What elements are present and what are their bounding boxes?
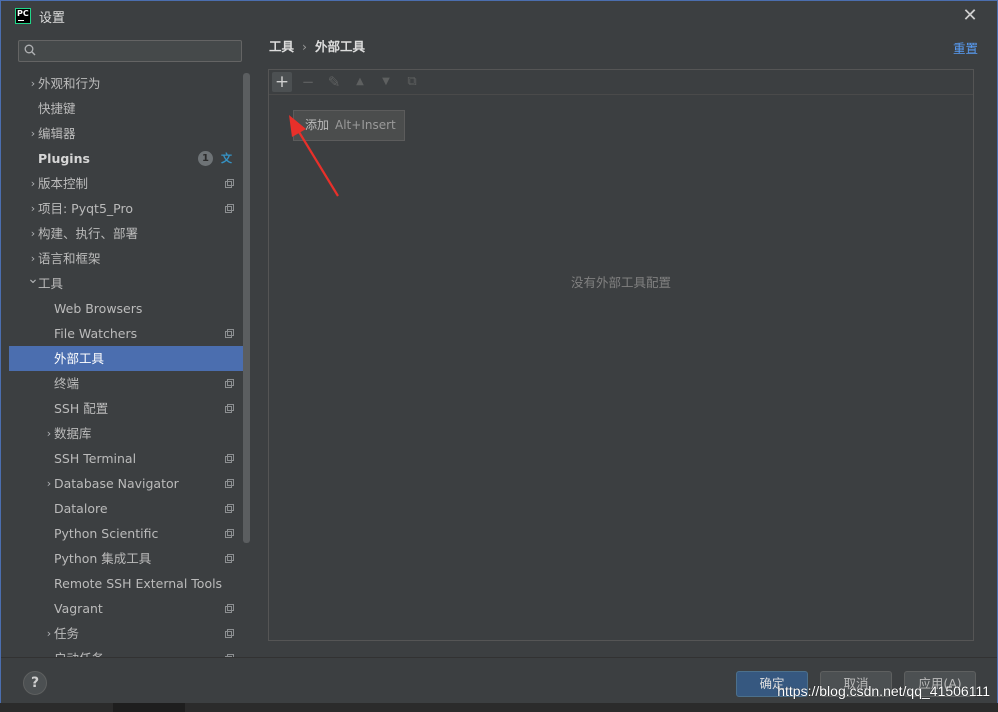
sidebar-item[interactable]: Plugins 1 文 — [9, 146, 251, 171]
breadcrumb-current: 外部工具 — [315, 39, 366, 54]
sidebar-item[interactable]: › 语言和框架 — [9, 246, 251, 271]
project-scope-icon — [225, 454, 234, 463]
move-up-button[interactable]: ▲ — [350, 72, 370, 92]
sidebar-item-label: 构建、执行、部署 — [38, 226, 139, 241]
settings-dialog: PC 设置 ✕ › 外观和行为 快捷键 › 编辑器 Plugins 1 文 › 版本控制 › 项目: … — [0, 0, 998, 712]
sidebar-item-label: Plugins — [38, 151, 90, 166]
sidebar-item[interactable]: 快捷键 — [9, 96, 251, 121]
sidebar-item-label: 外部工具 — [54, 351, 105, 366]
project-scope-icon — [225, 204, 234, 213]
sidebar-item-label: 终端 — [54, 376, 80, 391]
help-button[interactable]: ? — [23, 671, 47, 695]
sidebar-item-label: Python Scientific — [54, 526, 159, 541]
project-scope-icon — [225, 329, 234, 338]
sidebar-item[interactable]: › Database Navigator — [9, 471, 251, 496]
pycharm-logo-icon: PC — [15, 8, 31, 24]
sidebar-item[interactable]: File Watchers — [9, 321, 251, 346]
sidebar-item[interactable]: ⌄ 工具 — [9, 271, 251, 296]
project-scope-icon — [225, 554, 234, 563]
sidebar-item-label: Vagrant — [54, 601, 103, 616]
title-bar: PC 设置 ✕ — [1, 1, 997, 31]
tools-toolbar: + − ✎ ▲ ▼ ⧉ — [269, 70, 973, 95]
empty-state-text: 没有外部工具配置 — [570, 275, 671, 290]
sidebar-item[interactable]: Python 集成工具 — [9, 546, 251, 571]
sidebar-item[interactable]: Vagrant — [9, 596, 251, 621]
close-icon[interactable]: ✕ — [961, 7, 979, 25]
sidebar-item[interactable]: 终端 — [9, 371, 251, 396]
sidebar-item-label: 工具 — [38, 276, 64, 291]
translate-icon: 文 — [221, 152, 232, 165]
watermark-text: https://blog.csdn.net/qq_41506111 — [777, 683, 990, 699]
sidebar-item[interactable]: SSH 配置 — [9, 396, 251, 421]
project-scope-icon — [225, 504, 234, 513]
sidebar-item[interactable]: 启动任务 — [9, 646, 251, 657]
external-tools-panel: + − ✎ ▲ ▼ ⧉ 没有外部工具配置 — [268, 69, 974, 641]
sidebar-item-label: Database Navigator — [54, 476, 179, 491]
taskbar-segment — [113, 703, 185, 712]
sidebar-item-label: 数据库 — [54, 426, 92, 441]
project-scope-icon — [225, 404, 234, 413]
edit-button[interactable]: ✎ — [324, 72, 344, 92]
taskbar-edge — [0, 703, 998, 712]
project-scope-icon — [225, 529, 234, 538]
sidebar-item-label: Web Browsers — [54, 301, 143, 316]
sidebar-item[interactable]: Python Scientific — [9, 521, 251, 546]
breadcrumb-parent: 工具 — [269, 39, 295, 54]
window-title: 设置 — [39, 10, 66, 26]
add-button[interactable]: + — [272, 72, 292, 92]
sidebar-item-label: SSH 配置 — [54, 401, 109, 416]
sidebar-item-label: SSH Terminal — [54, 451, 137, 466]
sidebar-item[interactable]: › 版本控制 — [9, 171, 251, 196]
sidebar-item[interactable]: Web Browsers — [9, 296, 251, 321]
sidebar-item[interactable]: › 数据库 — [9, 421, 251, 446]
sidebar-item-label: File Watchers — [54, 326, 138, 341]
sidebar-item-label: Datalore — [54, 501, 108, 516]
sidebar-item-label: 任务 — [54, 626, 80, 641]
sidebar-item[interactable]: SSH Terminal — [9, 446, 251, 471]
sidebar-item-label: Python 集成工具 — [54, 551, 152, 566]
copy-button[interactable]: ⧉ — [402, 72, 422, 92]
search-input[interactable] — [47, 42, 241, 62]
breadcrumb: 工具 › 外部工具 — [269, 38, 365, 56]
sidebar-item-label: 快捷键 — [38, 101, 76, 116]
sidebar-item-label: 项目: Pyqt5_Pro — [38, 201, 133, 216]
sidebar-item[interactable]: › 任务 — [9, 621, 251, 646]
reset-link[interactable]: 重置 — [953, 38, 978, 57]
search-box[interactable] — [18, 40, 242, 62]
sidebar-item[interactable]: › 编辑器 — [9, 121, 251, 146]
sidebar-item[interactable]: 外部工具 — [9, 346, 251, 371]
sidebar-scrollbar-thumb[interactable] — [243, 73, 250, 543]
sidebar-item-label: 编辑器 — [38, 126, 76, 141]
update-count-badge: 1 — [198, 151, 213, 166]
sidebar-item[interactable]: › 外观和行为 — [9, 71, 251, 96]
project-scope-icon — [225, 479, 234, 488]
sidebar-item[interactable]: › 构建、执行、部署 — [9, 221, 251, 246]
project-scope-icon — [225, 179, 234, 188]
sidebar-item-label: Remote SSH External Tools — [54, 576, 223, 591]
sidebar-item-label: 外观和行为 — [38, 76, 101, 91]
annotation-arrow-icon — [289, 115, 339, 197]
project-scope-icon — [225, 629, 234, 638]
settings-tree: › 外观和行为快捷键 › 编辑器 Plugins 1 文 › 版本控制 › 项目: Pyqt5_Pr… — [9, 71, 251, 657]
sidebar-item-label: 版本控制 — [38, 176, 89, 191]
sidebar-item[interactable]: Datalore — [9, 496, 251, 521]
move-down-button[interactable]: ▼ — [376, 72, 396, 92]
project-scope-icon — [225, 379, 234, 388]
sidebar-item[interactable]: › 项目: Pyqt5_Pro — [9, 196, 251, 221]
settings-sidebar: › 外观和行为快捷键 › 编辑器 Plugins 1 文 › 版本控制 › 项目: Pyqt5_Pr… — [9, 31, 251, 657]
breadcrumb-separator: › — [302, 39, 308, 54]
footer-divider — [1, 657, 997, 658]
project-scope-icon — [225, 604, 234, 613]
sidebar-item-label: 语言和框架 — [38, 251, 101, 266]
remove-button[interactable]: − — [298, 72, 318, 92]
search-icon — [24, 44, 36, 56]
sidebar-item[interactable]: Remote SSH External Tools — [9, 571, 251, 596]
sidebar-item-label: 启动任务 — [54, 646, 104, 657]
